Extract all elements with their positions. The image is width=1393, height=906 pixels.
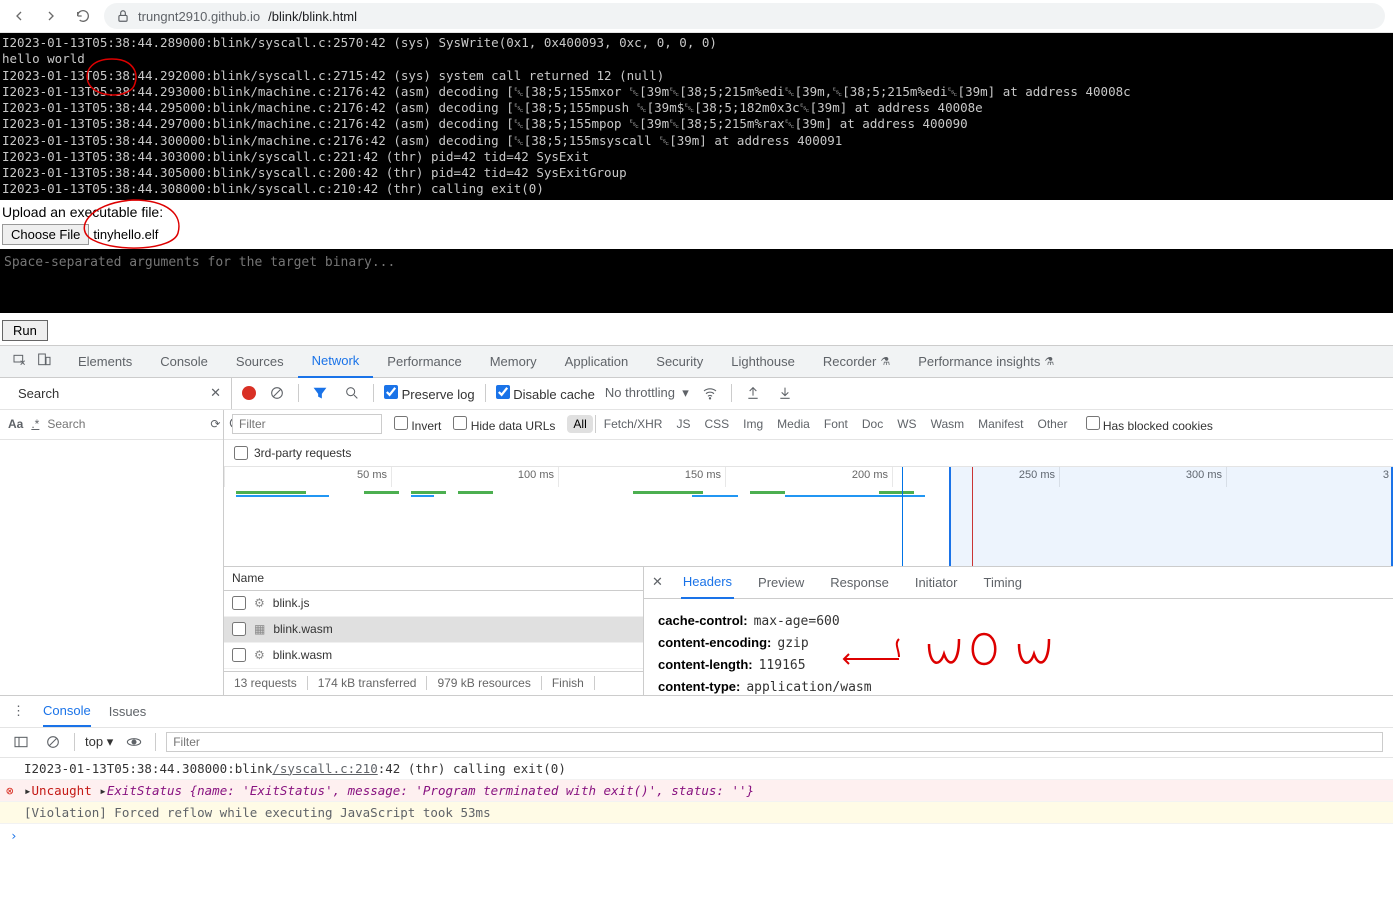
lock-icon bbox=[116, 9, 130, 23]
search-icon[interactable] bbox=[341, 382, 363, 404]
issues-tab[interactable]: Issues bbox=[109, 695, 147, 727]
request-row[interactable]: ⚙blink.wasm bbox=[224, 643, 643, 669]
device-icon[interactable] bbox=[36, 352, 52, 371]
response-header: content-length:119165 bbox=[658, 657, 1379, 673]
devtools-tab-bar: ElementsConsoleSourcesNetworkPerformance… bbox=[0, 346, 1393, 378]
devtools-tab-memory[interactable]: Memory bbox=[476, 346, 551, 378]
devtools-tab-lighthouse[interactable]: Lighthouse bbox=[717, 346, 809, 378]
filter-type-media[interactable]: Media bbox=[771, 415, 816, 433]
page-content: Upload an executable file: Choose File t… bbox=[0, 200, 1393, 249]
devtools-panel: ElementsConsoleSourcesNetworkPerformance… bbox=[0, 345, 1393, 881]
filter-type-js[interactable]: JS bbox=[670, 415, 696, 433]
filter-type-fetch/xhr[interactable]: Fetch/XHR bbox=[598, 415, 669, 433]
console-clear-icon[interactable] bbox=[42, 731, 64, 753]
filter-input[interactable] bbox=[232, 414, 382, 434]
regex-icon[interactable]: .* bbox=[31, 417, 39, 431]
filter-type-img[interactable]: Img bbox=[737, 415, 769, 433]
address-bar[interactable]: trungnt2910.github.io/blink/blink.html bbox=[104, 3, 1385, 29]
devtools-tab-network[interactable]: Network bbox=[298, 346, 374, 378]
filter-type-manifest[interactable]: Manifest bbox=[972, 415, 1029, 433]
detail-tab-timing[interactable]: Timing bbox=[981, 567, 1024, 599]
filter-type-doc[interactable]: Doc bbox=[856, 415, 889, 433]
devtools-tab-security[interactable]: Security bbox=[642, 346, 717, 378]
network-overview[interactable]: 50 ms100 ms150 ms200 ms250 ms300 ms3 bbox=[224, 467, 1393, 567]
devtools-tab-performance[interactable]: Performance bbox=[373, 346, 475, 378]
disable-cache-checkbox[interactable]: Disable cache bbox=[496, 385, 595, 402]
hide-data-urls-checkbox[interactable]: Hide data URLs bbox=[453, 416, 555, 433]
clear-button[interactable] bbox=[266, 382, 288, 404]
devtools-tab-application[interactable]: Application bbox=[551, 346, 643, 378]
browser-toolbar: trungnt2910.github.io/blink/blink.html bbox=[0, 0, 1393, 33]
devtools-tab-console[interactable]: Console bbox=[146, 346, 222, 378]
drawer-menu-icon[interactable]: ⋮ bbox=[12, 703, 25, 719]
sidebar-toggle-icon[interactable] bbox=[10, 731, 32, 753]
console-drawer: ⋮ Console Issues top ▾ I2023-01-13T05:38… bbox=[0, 695, 1393, 881]
close-details-icon[interactable]: ✕ bbox=[652, 574, 663, 590]
request-list: Name ⚙blink.js▦blink.wasm⚙blink.wasm 13 … bbox=[224, 567, 644, 695]
invert-checkbox[interactable]: Invert bbox=[394, 416, 441, 433]
devtools-tab-sources[interactable]: Sources bbox=[222, 346, 298, 378]
upload-label: Upload an executable file: bbox=[2, 204, 1391, 220]
devtools-tab-elements[interactable]: Elements bbox=[64, 346, 146, 378]
name-column-header[interactable]: Name bbox=[232, 571, 264, 585]
inspect-icon[interactable] bbox=[12, 352, 28, 371]
response-header: content-encoding:gzip bbox=[658, 635, 1379, 651]
network-main: Invert Hide data URLs AllFetch/XHRJSCSSI… bbox=[224, 410, 1393, 695]
terminal-output: I2023-01-13T05:38:44.289000:blink/syscal… bbox=[0, 33, 1393, 200]
network-toolbar: Search ✕ Preserve log Disable cache No t… bbox=[0, 378, 1393, 410]
response-header: content-type:application/wasm bbox=[658, 679, 1379, 695]
reload-button[interactable] bbox=[72, 5, 94, 27]
url-path: /blink/blink.html bbox=[268, 9, 357, 24]
run-button[interactable]: Run bbox=[2, 320, 48, 341]
filter-type-wasm[interactable]: Wasm bbox=[925, 415, 971, 433]
third-party-checkbox[interactable] bbox=[234, 446, 248, 460]
choose-file-button[interactable]: Choose File bbox=[2, 224, 89, 245]
args-input[interactable] bbox=[0, 249, 1393, 313]
close-icon[interactable]: ✕ bbox=[210, 385, 221, 401]
forward-button[interactable] bbox=[40, 5, 62, 27]
console-tab[interactable]: Console bbox=[43, 695, 91, 727]
detail-tab-headers[interactable]: Headers bbox=[681, 567, 734, 599]
source-link[interactable]: /syscall.c:210 bbox=[272, 761, 377, 776]
record-button[interactable] bbox=[242, 386, 256, 400]
request-row[interactable]: ⚙blink.js bbox=[224, 591, 643, 617]
match-case-icon[interactable]: Aa bbox=[8, 417, 23, 431]
filter-type-font[interactable]: Font bbox=[818, 415, 854, 433]
filter-icon[interactable] bbox=[309, 382, 331, 404]
filter-type-all[interactable]: All bbox=[567, 415, 592, 433]
chosen-file-name: tinyhello.elf bbox=[93, 227, 158, 242]
request-details: ✕ HeadersPreviewResponseInitiatorTiming … bbox=[644, 567, 1393, 695]
blocked-cookies-checkbox[interactable]: Has blocked cookies bbox=[1086, 416, 1213, 433]
detail-tab-initiator[interactable]: Initiator bbox=[913, 567, 960, 599]
console-prompt[interactable]: › bbox=[0, 824, 1393, 847]
detail-tab-preview[interactable]: Preview bbox=[756, 567, 806, 599]
console-warning-line: [Violation] Forced reflow while executin… bbox=[0, 802, 1393, 824]
search-input[interactable] bbox=[47, 417, 202, 431]
back-button[interactable] bbox=[8, 5, 30, 27]
console-error-line: ▸Uncaught ▸ExitStatus {name: 'ExitStatus… bbox=[0, 780, 1393, 802]
refresh-icon[interactable]: ⟳ bbox=[210, 417, 220, 431]
third-party-label: 3rd-party requests bbox=[254, 446, 351, 460]
wifi-icon[interactable] bbox=[699, 382, 721, 404]
search-panel-header: Search ✕ bbox=[8, 378, 232, 409]
context-select[interactable]: top ▾ bbox=[85, 734, 113, 750]
preserve-log-checkbox[interactable]: Preserve log bbox=[384, 385, 475, 402]
filter-type-other[interactable]: Other bbox=[1031, 415, 1073, 433]
throttling-select[interactable]: No throttling ▾ bbox=[605, 385, 689, 401]
download-icon[interactable] bbox=[774, 382, 796, 404]
devtools-tab-performance-insights[interactable]: Performance insights ⚗ bbox=[904, 346, 1068, 378]
response-header: cache-control:max-age=600 bbox=[658, 613, 1379, 629]
console-filter-input[interactable] bbox=[166, 732, 1383, 752]
live-expression-icon[interactable] bbox=[123, 731, 145, 753]
search-title: Search bbox=[18, 386, 59, 401]
detail-tab-response[interactable]: Response bbox=[828, 567, 891, 599]
console-log-line: I2023-01-13T05:38:44.308000:blink/syscal… bbox=[0, 758, 1393, 780]
network-search-panel: Aa .* ⟳ bbox=[0, 410, 224, 695]
upload-icon[interactable] bbox=[742, 382, 764, 404]
url-host: trungnt2910.github.io bbox=[138, 9, 260, 24]
filter-type-ws[interactable]: WS bbox=[891, 415, 922, 433]
devtools-tab-recorder[interactable]: Recorder ⚗ bbox=[809, 346, 904, 378]
filter-type-css[interactable]: CSS bbox=[698, 415, 735, 433]
request-row[interactable]: ▦blink.wasm bbox=[224, 617, 643, 643]
